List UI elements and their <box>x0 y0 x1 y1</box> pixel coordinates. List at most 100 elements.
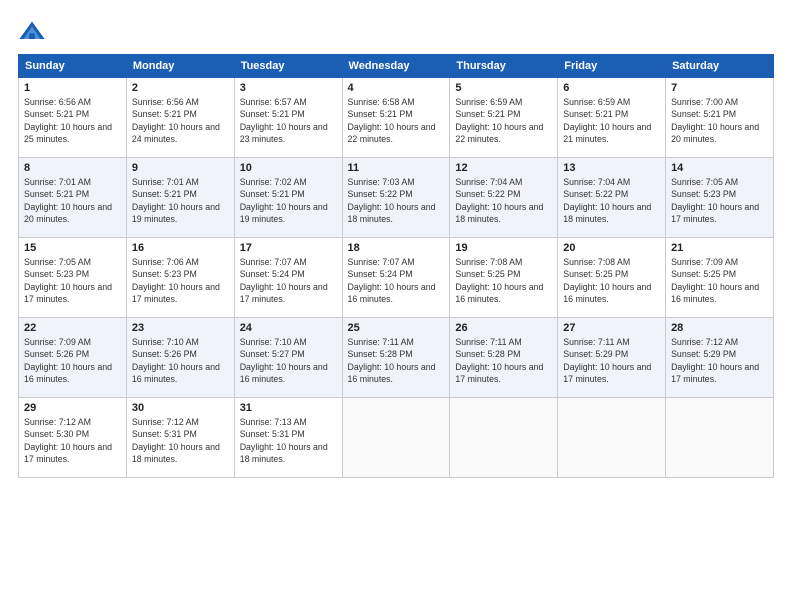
day-info: Sunrise: 7:06 AM Sunset: 5:23 PM Dayligh… <box>132 256 229 305</box>
day-number: 11 <box>348 162 445 174</box>
col-header-thursday: Thursday <box>450 55 558 78</box>
col-header-tuesday: Tuesday <box>234 55 342 78</box>
calendar-cell: 10 Sunrise: 7:02 AM Sunset: 5:21 PM Dayl… <box>234 158 342 238</box>
day-number: 8 <box>24 162 121 174</box>
day-info: Sunrise: 6:59 AM Sunset: 5:21 PM Dayligh… <box>455 96 552 145</box>
calendar-cell: 18 Sunrise: 7:07 AM Sunset: 5:24 PM Dayl… <box>342 238 450 318</box>
day-number: 17 <box>240 242 337 254</box>
day-info: Sunrise: 6:59 AM Sunset: 5:21 PM Dayligh… <box>563 96 660 145</box>
day-info: Sunrise: 7:11 AM Sunset: 5:28 PM Dayligh… <box>348 336 445 385</box>
calendar-cell: 9 Sunrise: 7:01 AM Sunset: 5:21 PM Dayli… <box>126 158 234 238</box>
col-header-friday: Friday <box>558 55 666 78</box>
day-number: 13 <box>563 162 660 174</box>
calendar-cell: 27 Sunrise: 7:11 AM Sunset: 5:29 PM Dayl… <box>558 318 666 398</box>
day-info: Sunrise: 7:10 AM Sunset: 5:27 PM Dayligh… <box>240 336 337 385</box>
day-info: Sunrise: 7:11 AM Sunset: 5:28 PM Dayligh… <box>455 336 552 385</box>
day-number: 1 <box>24 82 121 94</box>
day-number: 23 <box>132 322 229 334</box>
day-number: 19 <box>455 242 552 254</box>
calendar-cell: 23 Sunrise: 7:10 AM Sunset: 5:26 PM Dayl… <box>126 318 234 398</box>
week-row-5: 29 Sunrise: 7:12 AM Sunset: 5:30 PM Dayl… <box>19 398 774 478</box>
day-info: Sunrise: 7:01 AM Sunset: 5:21 PM Dayligh… <box>24 176 121 225</box>
calendar-table: SundayMondayTuesdayWednesdayThursdayFrid… <box>18 54 774 478</box>
calendar-cell: 19 Sunrise: 7:08 AM Sunset: 5:25 PM Dayl… <box>450 238 558 318</box>
calendar-cell: 7 Sunrise: 7:00 AM Sunset: 5:21 PM Dayli… <box>666 78 774 158</box>
calendar-cell: 2 Sunrise: 6:56 AM Sunset: 5:21 PM Dayli… <box>126 78 234 158</box>
calendar-cell: 31 Sunrise: 7:13 AM Sunset: 5:31 PM Dayl… <box>234 398 342 478</box>
logo-icon <box>18 18 46 46</box>
calendar-cell: 14 Sunrise: 7:05 AM Sunset: 5:23 PM Dayl… <box>666 158 774 238</box>
day-number: 14 <box>671 162 768 174</box>
calendar-cell <box>450 398 558 478</box>
day-number: 28 <box>671 322 768 334</box>
calendar-cell: 20 Sunrise: 7:08 AM Sunset: 5:25 PM Dayl… <box>558 238 666 318</box>
day-info: Sunrise: 7:08 AM Sunset: 5:25 PM Dayligh… <box>455 256 552 305</box>
calendar-cell: 29 Sunrise: 7:12 AM Sunset: 5:30 PM Dayl… <box>19 398 127 478</box>
day-number: 4 <box>348 82 445 94</box>
day-number: 6 <box>563 82 660 94</box>
calendar-cell: 15 Sunrise: 7:05 AM Sunset: 5:23 PM Dayl… <box>19 238 127 318</box>
day-info: Sunrise: 7:05 AM Sunset: 5:23 PM Dayligh… <box>24 256 121 305</box>
calendar-cell: 16 Sunrise: 7:06 AM Sunset: 5:23 PM Dayl… <box>126 238 234 318</box>
day-number: 18 <box>348 242 445 254</box>
day-info: Sunrise: 7:11 AM Sunset: 5:29 PM Dayligh… <box>563 336 660 385</box>
calendar-cell: 26 Sunrise: 7:11 AM Sunset: 5:28 PM Dayl… <box>450 318 558 398</box>
day-info: Sunrise: 7:04 AM Sunset: 5:22 PM Dayligh… <box>455 176 552 225</box>
calendar-cell <box>558 398 666 478</box>
calendar-cell: 11 Sunrise: 7:03 AM Sunset: 5:22 PM Dayl… <box>342 158 450 238</box>
day-info: Sunrise: 7:07 AM Sunset: 5:24 PM Dayligh… <box>348 256 445 305</box>
calendar-cell: 6 Sunrise: 6:59 AM Sunset: 5:21 PM Dayli… <box>558 78 666 158</box>
day-info: Sunrise: 7:09 AM Sunset: 5:26 PM Dayligh… <box>24 336 121 385</box>
day-number: 2 <box>132 82 229 94</box>
calendar-cell: 25 Sunrise: 7:11 AM Sunset: 5:28 PM Dayl… <box>342 318 450 398</box>
day-info: Sunrise: 7:08 AM Sunset: 5:25 PM Dayligh… <box>563 256 660 305</box>
col-header-sunday: Sunday <box>19 55 127 78</box>
day-info: Sunrise: 7:12 AM Sunset: 5:30 PM Dayligh… <box>24 416 121 465</box>
day-number: 16 <box>132 242 229 254</box>
day-number: 10 <box>240 162 337 174</box>
day-info: Sunrise: 7:07 AM Sunset: 5:24 PM Dayligh… <box>240 256 337 305</box>
calendar-cell: 30 Sunrise: 7:12 AM Sunset: 5:31 PM Dayl… <box>126 398 234 478</box>
calendar-cell: 4 Sunrise: 6:58 AM Sunset: 5:21 PM Dayli… <box>342 78 450 158</box>
calendar-cell: 21 Sunrise: 7:09 AM Sunset: 5:25 PM Dayl… <box>666 238 774 318</box>
day-number: 20 <box>563 242 660 254</box>
calendar-cell: 28 Sunrise: 7:12 AM Sunset: 5:29 PM Dayl… <box>666 318 774 398</box>
col-header-wednesday: Wednesday <box>342 55 450 78</box>
day-info: Sunrise: 7:10 AM Sunset: 5:26 PM Dayligh… <box>132 336 229 385</box>
day-number: 25 <box>348 322 445 334</box>
day-info: Sunrise: 7:01 AM Sunset: 5:21 PM Dayligh… <box>132 176 229 225</box>
day-number: 22 <box>24 322 121 334</box>
day-number: 24 <box>240 322 337 334</box>
day-info: Sunrise: 7:00 AM Sunset: 5:21 PM Dayligh… <box>671 96 768 145</box>
day-info: Sunrise: 7:05 AM Sunset: 5:23 PM Dayligh… <box>671 176 768 225</box>
calendar-cell: 3 Sunrise: 6:57 AM Sunset: 5:21 PM Dayli… <box>234 78 342 158</box>
day-info: Sunrise: 6:58 AM Sunset: 5:21 PM Dayligh… <box>348 96 445 145</box>
calendar-header-row: SundayMondayTuesdayWednesdayThursdayFrid… <box>19 55 774 78</box>
day-info: Sunrise: 7:12 AM Sunset: 5:31 PM Dayligh… <box>132 416 229 465</box>
day-number: 27 <box>563 322 660 334</box>
week-row-4: 22 Sunrise: 7:09 AM Sunset: 5:26 PM Dayl… <box>19 318 774 398</box>
day-number: 9 <box>132 162 229 174</box>
calendar-cell: 22 Sunrise: 7:09 AM Sunset: 5:26 PM Dayl… <box>19 318 127 398</box>
day-number: 31 <box>240 402 337 414</box>
day-number: 7 <box>671 82 768 94</box>
day-info: Sunrise: 7:04 AM Sunset: 5:22 PM Dayligh… <box>563 176 660 225</box>
day-number: 29 <box>24 402 121 414</box>
day-info: Sunrise: 6:56 AM Sunset: 5:21 PM Dayligh… <box>24 96 121 145</box>
calendar-cell: 8 Sunrise: 7:01 AM Sunset: 5:21 PM Dayli… <box>19 158 127 238</box>
calendar-cell <box>342 398 450 478</box>
day-number: 26 <box>455 322 552 334</box>
calendar-cell: 24 Sunrise: 7:10 AM Sunset: 5:27 PM Dayl… <box>234 318 342 398</box>
day-info: Sunrise: 7:09 AM Sunset: 5:25 PM Dayligh… <box>671 256 768 305</box>
col-header-monday: Monday <box>126 55 234 78</box>
calendar-cell <box>666 398 774 478</box>
page: SundayMondayTuesdayWednesdayThursdayFrid… <box>0 0 792 612</box>
day-number: 15 <box>24 242 121 254</box>
header <box>18 18 774 46</box>
day-info: Sunrise: 7:12 AM Sunset: 5:29 PM Dayligh… <box>671 336 768 385</box>
calendar-cell: 12 Sunrise: 7:04 AM Sunset: 5:22 PM Dayl… <box>450 158 558 238</box>
day-number: 5 <box>455 82 552 94</box>
day-number: 21 <box>671 242 768 254</box>
day-info: Sunrise: 7:03 AM Sunset: 5:22 PM Dayligh… <box>348 176 445 225</box>
week-row-2: 8 Sunrise: 7:01 AM Sunset: 5:21 PM Dayli… <box>19 158 774 238</box>
